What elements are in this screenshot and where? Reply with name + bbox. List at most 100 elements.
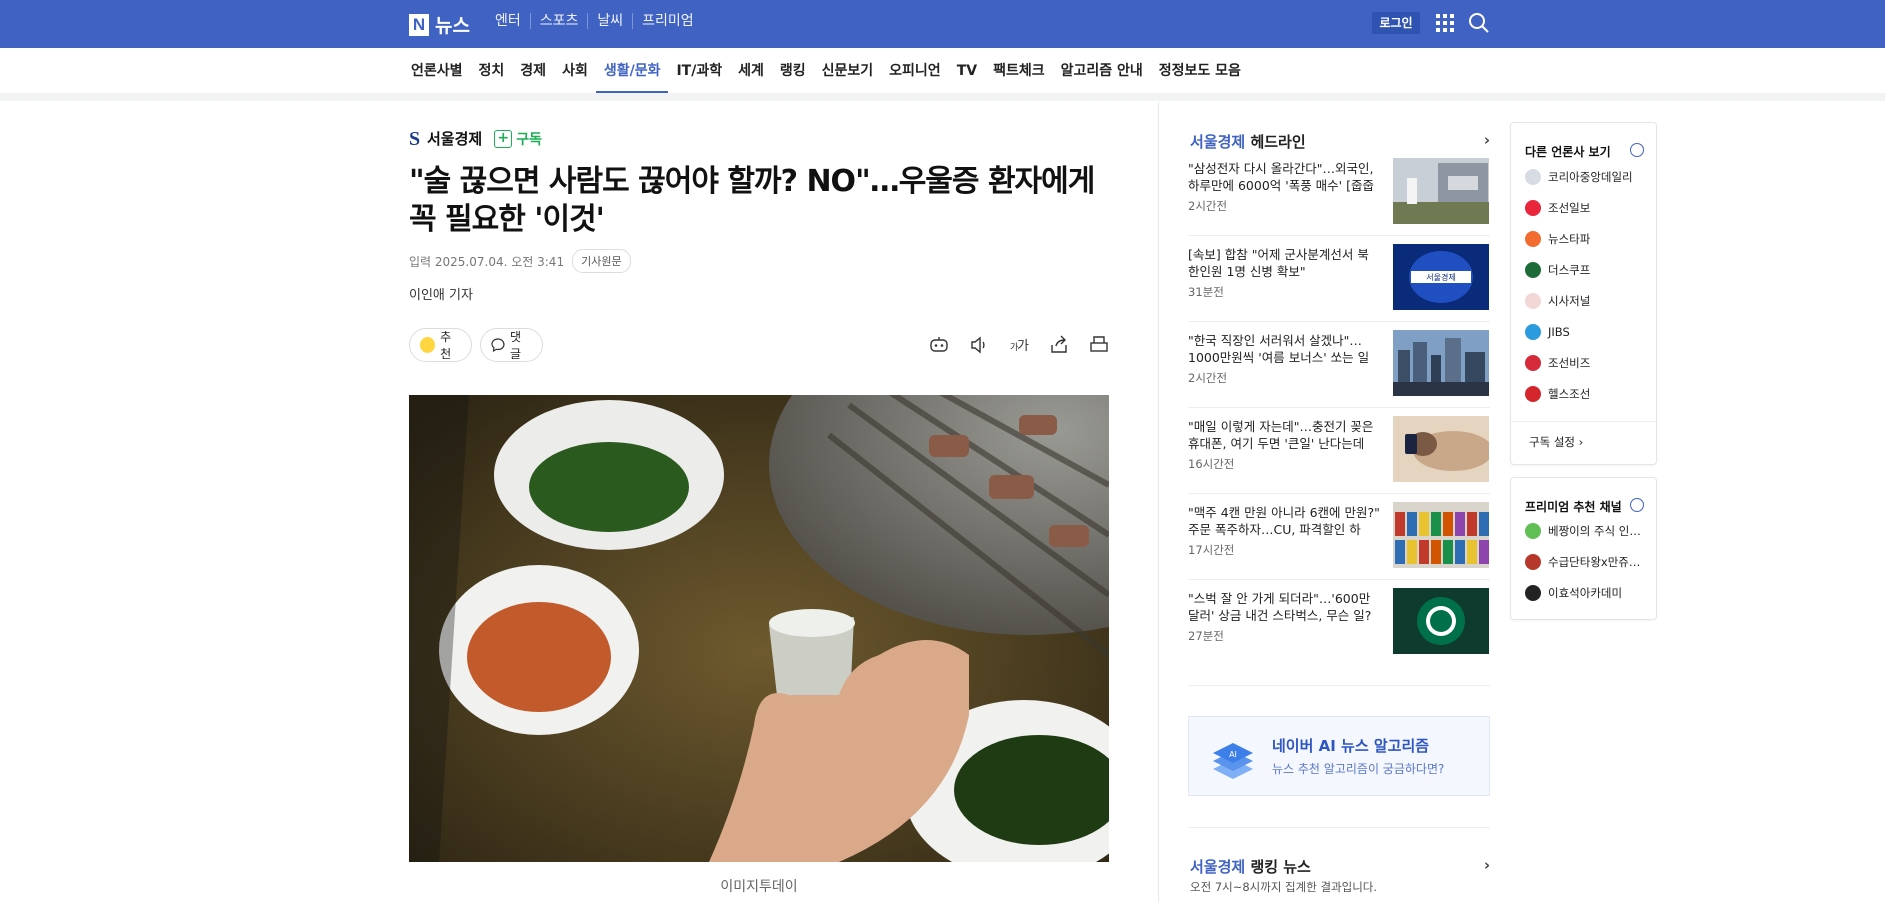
other-press-title: 다른 언론사 보기 xyxy=(1525,145,1611,159)
press-logo-icon xyxy=(1525,169,1541,185)
headline-title: "매일 이렇게 자는데"…충전기 꽂은 휴대폰, 여기 두면 '큰일' 난다는데 xyxy=(1188,419,1374,451)
print-icon[interactable] xyxy=(1088,334,1110,356)
category-opinion[interactable]: 오피니언 xyxy=(881,48,949,94)
category-world[interactable]: 세계 xyxy=(730,48,772,94)
press-item[interactable]: 뉴스타파 xyxy=(1525,231,1650,247)
divider xyxy=(1511,421,1656,422)
category-tv[interactable]: TV xyxy=(949,48,985,94)
premium-item-label: 이효석아카데미 xyxy=(1548,586,1623,600)
press-item[interactable]: 헬스조선 xyxy=(1525,386,1650,402)
category-newspaper[interactable]: 신문보기 xyxy=(814,48,882,94)
refresh-icon[interactable] xyxy=(1630,143,1644,157)
ranking-news-header[interactable]: 서울경제 랭킹 뉴스 › xyxy=(1190,856,1490,877)
comment-button[interactable]: 댓글 xyxy=(480,328,543,362)
headline-item[interactable]: "맥주 4캔 만원 아니라 6캔에 만원?" 주문 폭주하자…CU, 파격할인 … xyxy=(1188,502,1490,572)
top-nav-weather[interactable]: 날씨 xyxy=(587,13,632,29)
premium-item[interactable]: 수급단타왕x만쥬… xyxy=(1525,554,1650,570)
category-politics[interactable]: 정치 xyxy=(471,48,513,94)
category-economy[interactable]: 경제 xyxy=(512,48,554,94)
category-corrections[interactable]: 정정보도 모음 xyxy=(1151,48,1249,94)
premium-title: 프리미엄 추천 채널 xyxy=(1525,500,1622,514)
other-press-box: 다른 언론사 보기 코리아중앙데일리 조선일보 뉴스타파 더스쿠프 시사저널 J… xyxy=(1510,122,1657,465)
category-ranking[interactable]: 랭킹 xyxy=(772,48,814,94)
refresh-icon[interactable] xyxy=(1630,498,1644,512)
press-logo-icon xyxy=(1525,231,1541,247)
subscribe-settings-link[interactable]: 구독 설정 › xyxy=(1529,434,1583,450)
press-item[interactable]: JIBS xyxy=(1525,324,1650,340)
press-item[interactable]: 코리아중앙데일리 xyxy=(1525,169,1650,185)
premium-item-label: 베짱이의 주식 인… xyxy=(1548,524,1641,538)
ranking-press: 서울경제 xyxy=(1190,858,1246,876)
headline-label: 헤드라인 xyxy=(1250,133,1306,151)
naver-news-logo[interactable]: N 뉴스 xyxy=(409,11,470,38)
category-it-science[interactable]: IT/과학 xyxy=(668,48,730,94)
seoul-economy-logo-icon: S xyxy=(409,127,421,150)
article-photo xyxy=(409,395,1109,862)
apps-grid-icon[interactable] xyxy=(1436,14,1454,32)
like-button[interactable]: 추천 xyxy=(409,328,472,362)
ai-algorithm-banner[interactable]: AI 네이버 AI 뉴스 알고리즘 뉴스 추천 알고리즘이 궁금하다면? xyxy=(1188,716,1490,796)
article-press: S 서울경제 + 구독 xyxy=(409,128,542,149)
search-icon[interactable] xyxy=(1468,12,1490,34)
comment-label: 댓글 xyxy=(509,330,522,361)
plus-icon: + xyxy=(494,129,513,148)
svg-text:가: 가 xyxy=(1017,339,1029,354)
subscribe-button[interactable]: + 구독 xyxy=(494,129,542,149)
article-date-row: 입력 2025.07.04. 오전 3:41 기사원문 xyxy=(409,249,631,273)
premium-item[interactable]: 이효석아카데미 xyxy=(1525,585,1650,601)
category-society[interactable]: 사회 xyxy=(554,48,596,94)
top-bar: N 뉴스 엔터 스포츠 날씨 프리미엄 로그인 xyxy=(0,0,1885,48)
original-article-button[interactable]: 기사원문 xyxy=(572,249,631,273)
chevron-right-icon: › xyxy=(1578,435,1584,449)
share-icon[interactable] xyxy=(1048,334,1070,356)
top-nav-sports[interactable]: 스포츠 xyxy=(529,13,588,29)
svg-text:AI: AI xyxy=(1229,750,1237,759)
login-button[interactable]: 로그인 xyxy=(1372,12,1420,34)
headline-time: 31분전 xyxy=(1188,285,1224,299)
soju-table-image xyxy=(409,395,1109,862)
chevron-right-icon: › xyxy=(1483,131,1490,149)
font-size-icon[interactable]: 가가 xyxy=(1008,334,1030,356)
press-item-label: JIBS xyxy=(1548,325,1570,339)
divider xyxy=(1188,493,1490,494)
press-logo-icon xyxy=(1525,293,1541,309)
channel-logo-icon xyxy=(1525,523,1541,539)
headline-section-header[interactable]: 서울경제 헤드라인 › xyxy=(1190,131,1490,152)
press-item-label: 더스쿠프 xyxy=(1548,263,1591,277)
reporter-name[interactable]: 이인애 기자 xyxy=(409,284,473,303)
category-press[interactable]: 언론사별 xyxy=(403,48,471,94)
headline-item[interactable]: "매일 이렇게 자는데"…충전기 꽂은 휴대폰, 여기 두면 '큰일' 난다는데… xyxy=(1188,416,1490,486)
premium-item[interactable]: 베짱이의 주식 인… xyxy=(1525,523,1650,539)
speaker-icon[interactable] xyxy=(968,334,990,356)
headline-item[interactable]: [속보] 합참 "어제 군사분계선서 북한인원 1명 신병 확보" 31분전 서… xyxy=(1188,244,1490,314)
press-item[interactable]: 시사저널 xyxy=(1525,293,1650,309)
headline-item[interactable]: "스벅 잘 안 가게 되더라"…'600만달러' 상금 내건 스타벅스, 무슨 … xyxy=(1188,588,1490,658)
headline-title: "삼성전자 다시 올라간다"…외국인, 하루만에 6000억 '폭풍 매수' [… xyxy=(1188,161,1374,193)
headline-item[interactable]: "삼성전자 다시 올라간다"…외국인, 하루만에 6000억 '폭풍 매수' [… xyxy=(1188,158,1490,228)
photo-caption: 이미지투데이 xyxy=(720,879,798,895)
headline-time: 2시간전 xyxy=(1188,371,1228,385)
press-item[interactable]: 더스쿠프 xyxy=(1525,262,1650,278)
press-logo[interactable]: S 서울경제 xyxy=(409,128,482,149)
top-nav-enter[interactable]: 엔터 xyxy=(486,13,530,29)
category-life-culture[interactable]: 생활/문화 xyxy=(595,48,669,94)
article-date: 입력 2025.07.04. 오전 3:41 xyxy=(409,254,565,269)
category-algorithm[interactable]: 알고리즘 안내 xyxy=(1053,48,1151,94)
press-logo-icon xyxy=(1525,262,1541,278)
category-factcheck[interactable]: 팩트체크 xyxy=(985,48,1053,94)
press-logo-icon xyxy=(1525,324,1541,340)
press-item[interactable]: 조선비즈 xyxy=(1525,355,1650,371)
divider xyxy=(1188,321,1490,322)
top-nav-premium[interactable]: 프리미엄 xyxy=(632,13,703,29)
column-divider xyxy=(1158,102,1159,902)
article-title: "술 끊으면 사람도 끊어야 할까? NO"…우울증 환자에게 꼭 필요한 '이… xyxy=(409,164,1095,237)
seoul-economy-thumbnail: 서울경제 xyxy=(1393,244,1489,310)
press-item[interactable]: 조선일보 xyxy=(1525,200,1650,216)
headline-item[interactable]: "한국 직장인 서러워서 살겠나"…1000만원씩 '여름 보너스' 쏘는 일본… xyxy=(1188,330,1490,400)
ranking-label: 랭킹 뉴스 xyxy=(1250,858,1311,876)
robot-summary-icon[interactable] xyxy=(928,334,950,356)
subscribe-label: 구독 xyxy=(516,131,542,148)
ai-banner-subtitle: 뉴스 추천 알고리즘이 궁금하다면? xyxy=(1272,762,1445,776)
beer-cans-thumbnail xyxy=(1393,502,1489,568)
divider xyxy=(1188,827,1490,828)
